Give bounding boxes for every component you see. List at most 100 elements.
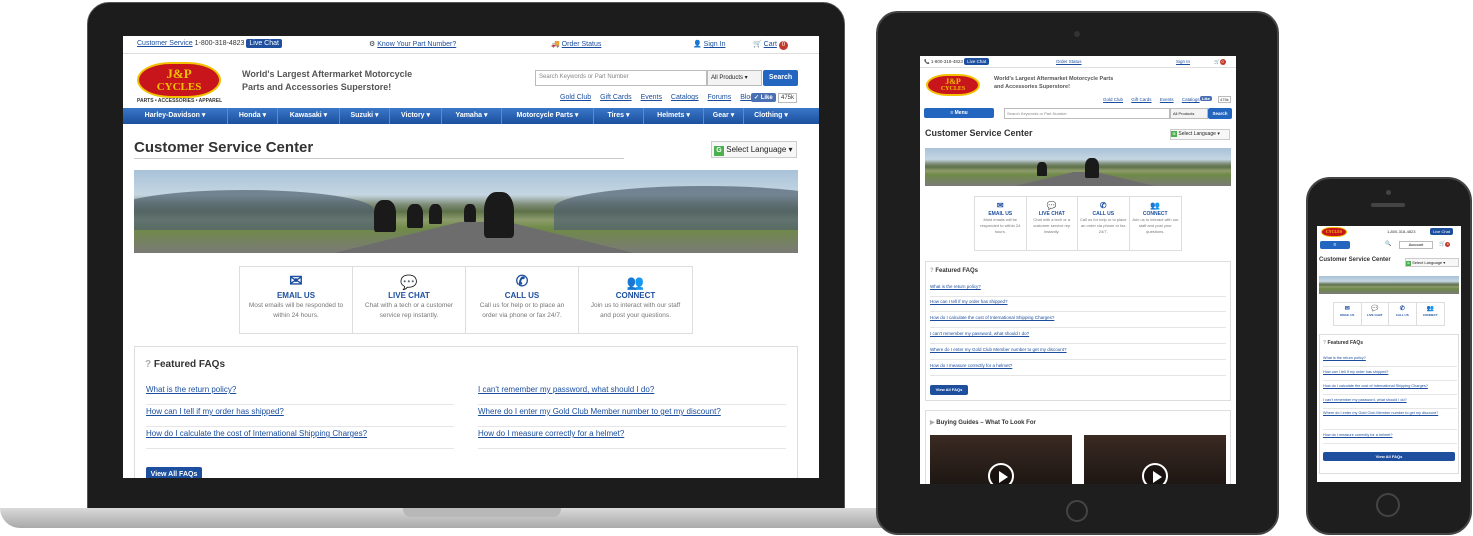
- phone-faq-item[interactable]: How do I calculate the cost of Internati…: [1323, 382, 1457, 395]
- faq-item[interactable]: How can I tell if my order has shipped?: [146, 407, 454, 427]
- tablet-like-button[interactable]: Like: [1200, 96, 1213, 101]
- contact-connect[interactable]: 👥 CONNECT Join us to interact with our s…: [579, 267, 692, 333]
- tablet-logo-line2: CYCLES: [940, 86, 966, 92]
- nav-yamaha[interactable]: Yamaha ▾: [442, 108, 502, 124]
- tablet-live-chat-button[interactable]: Live Chat: [964, 58, 990, 65]
- tablet-view-all-faqs-button[interactable]: View All FAQs: [930, 385, 968, 395]
- tablet-select-language[interactable]: G Select Language ▾: [1170, 129, 1230, 140]
- jp-cycles-logo[interactable]: J&P CYCLES: [137, 62, 221, 98]
- part-number-link[interactable]: Know Your Part Number?: [377, 41, 456, 48]
- nav-helmets[interactable]: Helmets ▾: [644, 108, 704, 124]
- nav-honda[interactable]: Honda ▾: [228, 108, 278, 124]
- user-icon: 👤: [693, 41, 702, 48]
- phone-faq-item[interactable]: I can't remember my password, what shoul…: [1323, 396, 1457, 409]
- utility-bar: Customer Service 1-800-318-4823 Live Cha…: [123, 36, 819, 54]
- phone-select-language[interactable]: G Select Language ▾: [1405, 258, 1459, 267]
- tablet-contact-connect[interactable]: 👥 CONNECT Join us to interact with our sta…: [1130, 197, 1182, 250]
- catalogs-link[interactable]: Catalogs: [671, 94, 699, 101]
- tablet-faq-item[interactable]: What is the return policy?: [930, 282, 1226, 297]
- nav-tires[interactable]: Tires ▾: [594, 108, 644, 124]
- view-all-faqs-button[interactable]: View All FAQs: [146, 467, 202, 478]
- forums-link[interactable]: Forums: [708, 94, 732, 101]
- phone-menu-button[interactable]: ≡: [1320, 241, 1350, 249]
- tablet-faq-item[interactable]: Where do I enter my Gold Club Member num…: [930, 345, 1226, 360]
- gold-club-link[interactable]: Gold Club: [560, 94, 591, 101]
- cart-link[interactable]: Cart: [764, 41, 777, 48]
- tablet-contact-chat[interactable]: 💬 LIVE CHAT Chat with a tech or a customer…: [1027, 197, 1078, 250]
- faq-item[interactable]: Where do I enter my Gold Club Member num…: [478, 407, 786, 427]
- tablet-search-button[interactable]: Search: [1208, 108, 1232, 119]
- search-button[interactable]: Search: [763, 70, 798, 86]
- sign-in-link[interactable]: Sign In: [704, 41, 726, 48]
- faq-item[interactable]: How do I measure correctly for a helmet?: [478, 429, 786, 449]
- tagline-line2: Parts and Accessories Superstore!: [242, 82, 392, 92]
- tablet-catalogs-link[interactable]: Catalogs: [1182, 97, 1200, 102]
- connect-title: CONNECT: [615, 291, 656, 300]
- phone-contact-connect[interactable]: 👥 CONNECT: [1417, 303, 1444, 325]
- phone-faq-item[interactable]: How do I measure correctly for a helmet?: [1323, 431, 1457, 444]
- phone-number: 1-800-318-4823: [194, 40, 245, 47]
- tablet-faq-item[interactable]: How do I calculate the cost of Internati…: [930, 313, 1226, 328]
- tablet-category-select[interactable]: All Products: [1170, 108, 1208, 119]
- nav-kawasaki[interactable]: Kawasaki ▾: [278, 108, 340, 124]
- nav-harley-davidson[interactable]: Harley-Davidson ▾: [123, 108, 228, 124]
- gift-cards-link[interactable]: Gift Cards: [600, 94, 632, 101]
- phone-view-all-faqs-button[interactable]: View All FAQs: [1323, 452, 1455, 461]
- phone-cart-icon[interactable]: 🛒 0: [1439, 241, 1451, 247]
- tablet-contact-call[interactable]: ✆ CALL US Call us for help or to place an …: [1078, 197, 1130, 250]
- play-icon: [1142, 463, 1168, 484]
- nav-motorcycle-parts[interactable]: Motorcycle Parts ▾: [502, 108, 594, 124]
- tablet-sign-in-link[interactable]: Sign In: [1176, 59, 1190, 64]
- phone-account-button[interactable]: Account: [1399, 241, 1433, 249]
- customer-service-link[interactable]: Customer Service: [137, 40, 193, 47]
- phone-live-chat-button[interactable]: Live Chat: [1430, 228, 1453, 235]
- phone-contact-chat[interactable]: 💬 LIVE CHAT: [1362, 303, 1389, 325]
- call-us-desc: Call us for help or to place an order vi…: [479, 302, 565, 319]
- tablet-faq-item[interactable]: How do I measure correctly for a helmet?: [930, 361, 1226, 376]
- tablet-events-link[interactable]: Events: [1160, 97, 1174, 102]
- tablet-faq-item[interactable]: I can't remember my password, what shoul…: [930, 329, 1226, 344]
- truck-icon: 🚚: [551, 41, 560, 48]
- tablet-search-input[interactable]: Search Keywords or Part Number: [1004, 108, 1170, 119]
- tablet-faq-panel: ? Featured FAQs What is the return polic…: [925, 261, 1231, 401]
- buying-guide-video-1[interactable]: [930, 435, 1072, 484]
- phone-faq-item[interactable]: How can I tell if my order has shipped?: [1323, 368, 1457, 381]
- phone-contact-email[interactable]: ✉ EMAIL US: [1334, 303, 1362, 325]
- tablet-cart-icon[interactable]: 🛒 0: [1214, 59, 1226, 65]
- events-link[interactable]: Events: [641, 94, 662, 101]
- tablet-header-links: Gold Club Gift Cards Events Catalogs: [1096, 97, 1200, 102]
- nav-suzuki[interactable]: Suzuki ▾: [340, 108, 390, 124]
- tablet-select-language-label: Select Language: [1178, 131, 1216, 137]
- faq-item[interactable]: I can't remember my password, what shoul…: [478, 385, 786, 405]
- contact-call-us[interactable]: ✆ CALL US Call us for help or to place a…: [466, 267, 579, 333]
- phone-contact-call[interactable]: ✆ CALL US: [1389, 303, 1417, 325]
- tablet-gift-cards-link[interactable]: Gift Cards: [1131, 97, 1151, 102]
- nav-clothing[interactable]: Clothing ▾: [744, 108, 798, 124]
- nav-gear[interactable]: Gear ▾: [704, 108, 744, 124]
- phone-logo[interactable]: CYCLES: [1321, 227, 1347, 237]
- contact-email-us[interactable]: ✉ EMAIL US Most emails will be responded…: [240, 267, 353, 333]
- tablet-contact-email[interactable]: ✉ EMAIL US Most emails will be responded t…: [975, 197, 1027, 250]
- faq-item[interactable]: How do I calculate the cost of Internati…: [146, 429, 454, 449]
- faq-item[interactable]: What is the return policy?: [146, 385, 454, 405]
- tablet-gold-club-link[interactable]: Gold Club: [1103, 97, 1123, 102]
- tablet-buying-guides-text: Buying Guides – What To Look For: [936, 420, 1036, 426]
- phone-faq-item[interactable]: What is the return policy?: [1323, 354, 1457, 367]
- nav-victory[interactable]: Victory ▾: [390, 108, 442, 124]
- contact-live-chat[interactable]: 💬 LIVE CHAT Chat with a tech or a custom…: [353, 267, 466, 333]
- live-chat-button[interactable]: Live Chat: [246, 39, 282, 48]
- connect-desc: Join us to interact with our staff and p…: [590, 302, 681, 319]
- tablet-faq-item[interactable]: How can I tell if my order has shipped?: [930, 297, 1226, 312]
- search-input[interactable]: Search Keywords or Part Number: [535, 70, 707, 86]
- facebook-like-button[interactable]: ✓ Like: [751, 93, 776, 102]
- tablet-order-status-link[interactable]: Order Status: [1056, 59, 1082, 64]
- phone-faq-item[interactable]: Where do I enter my Gold Club Member num…: [1323, 410, 1457, 430]
- tablet-menu-button[interactable]: ≡ Menu: [924, 108, 994, 118]
- tablet-logo[interactable]: J&P CYCLES: [926, 74, 980, 96]
- order-status-link[interactable]: Order Status: [562, 41, 602, 48]
- select-language-dropdown[interactable]: G Select Language ▾: [711, 141, 797, 158]
- phone-search-icon[interactable]: 🔍: [1385, 241, 1395, 249]
- buying-guide-video-2[interactable]: [1084, 435, 1226, 484]
- category-select[interactable]: All Products ▾: [707, 70, 762, 86]
- faq-heading-text: Featured FAQs: [153, 359, 226, 370]
